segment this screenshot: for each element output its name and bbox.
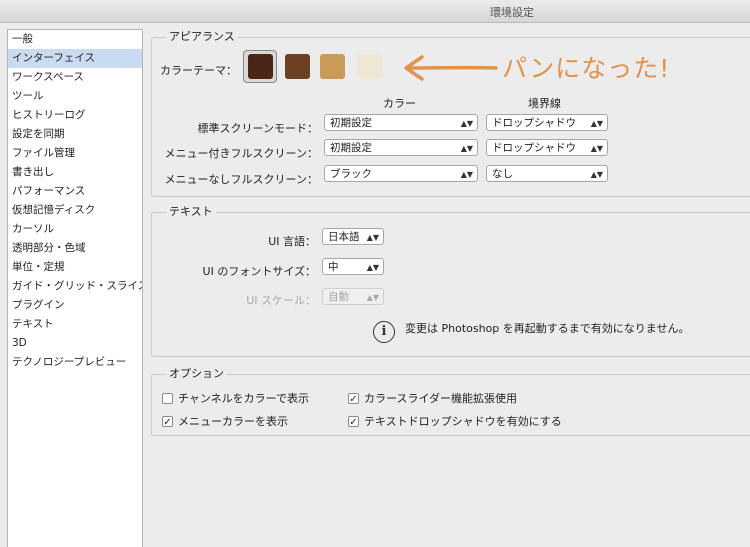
- checkmark-icon[interactable]: ✓: [348, 392, 359, 405]
- sidebar-item-plugins[interactable]: プラグイン: [8, 296, 142, 315]
- select-value: ドロップシャドウ: [492, 142, 576, 154]
- sidebar-item-transparency-gamut[interactable]: 透明部分・色域: [8, 239, 142, 258]
- standard-screen-border-select[interactable]: ドロップシャドウ ▲▼: [486, 114, 608, 131]
- updown-arrow-icon: ▲▼: [366, 263, 379, 272]
- window-titlebar: 環境設定: [0, 0, 750, 23]
- updown-arrow-icon: ▲▼: [366, 233, 379, 242]
- full-screen-border-select[interactable]: なし ▲▼: [486, 165, 608, 182]
- checkbox-label: カラースライダー機能拡張使用: [364, 392, 518, 405]
- sidebar-item-history-log[interactable]: ヒストリーログ: [8, 106, 142, 125]
- full-screen-color-select[interactable]: ブラック ▲▼: [324, 165, 478, 182]
- checkbox-label: チャンネルをカラーで表示: [178, 392, 310, 405]
- preferences-sidebar: 一般 インターフェイス ワークスペース ツール ヒストリーログ 設定を同期 ファ…: [7, 29, 143, 547]
- select-value: なし: [492, 168, 513, 180]
- options-group-title: オプション: [166, 367, 227, 381]
- appearance-group-title: アピアランス: [166, 30, 238, 44]
- show-channels-in-color-checkbox[interactable]: チャンネルをカラーで表示: [162, 390, 309, 406]
- sidebar-item-type[interactable]: テキスト: [8, 315, 142, 334]
- checkbox-label: メニューカラーを表示: [178, 415, 288, 428]
- annotation-arrow: [404, 55, 498, 81]
- updown-arrow-icon: ▲▼: [460, 170, 473, 179]
- select-value: 初期設定: [330, 117, 372, 129]
- color-theme-label: カラーテーマ：: [160, 64, 237, 77]
- ui-font-size-label: UI のフォントサイズ：: [202, 265, 316, 278]
- ui-language-label: UI 言語：: [268, 235, 316, 248]
- checkmark-icon[interactable]: ✓: [162, 415, 173, 428]
- dynamic-color-sliders-checkbox[interactable]: ✓ カラースライダー機能拡張使用: [348, 390, 517, 406]
- sidebar-item-units-rulers[interactable]: 単位・定規: [8, 258, 142, 277]
- border-column-header: 境界線: [528, 97, 561, 110]
- restart-notice: 変更は Photoshop を再起動するまで有効になりません。: [405, 322, 690, 335]
- full-screen-label: メニューなしフルスクリーン：: [164, 173, 318, 186]
- sidebar-item-file-handling[interactable]: ファイル管理: [8, 144, 142, 163]
- ui-font-size-select[interactable]: 中 ▲▼: [322, 258, 384, 275]
- checkbox-label: テキストドロップシャドウを有効にする: [364, 415, 562, 428]
- ui-language-select[interactable]: 日本語 ▲▼: [322, 228, 384, 245]
- sidebar-item-interface[interactable]: インターフェイス: [8, 49, 142, 68]
- ui-scale-label: UI スケール：: [246, 294, 316, 307]
- sidebar-item-sync-settings[interactable]: 設定を同期: [8, 125, 142, 144]
- info-icon: i: [373, 321, 395, 343]
- text-group-title: テキスト: [166, 205, 216, 219]
- standard-screen-color-select[interactable]: 初期設定 ▲▼: [324, 114, 478, 131]
- sidebar-item-guides-grid-slices[interactable]: ガイド・グリッド・スライス: [8, 277, 142, 296]
- sidebar-item-tools[interactable]: ツール: [8, 87, 142, 106]
- select-value: 日本語: [328, 231, 360, 243]
- updown-arrow-icon: ▲▼: [460, 144, 473, 153]
- sidebar-item-workspace[interactable]: ワークスペース: [8, 68, 142, 87]
- sidebar-item-3d[interactable]: 3D: [8, 334, 142, 353]
- select-value: 初期設定: [330, 142, 372, 154]
- updown-arrow-icon: ▲▼: [366, 293, 379, 302]
- sidebar-item-technology-previews[interactable]: テクノロジープレビュー: [8, 353, 142, 372]
- updown-arrow-icon: ▲▼: [590, 170, 603, 179]
- color-theme-swatch-darkest[interactable]: [248, 54, 273, 79]
- sidebar-item-general[interactable]: 一般: [8, 30, 142, 49]
- updown-arrow-icon: ▲▼: [590, 119, 603, 128]
- updown-arrow-icon: ▲▼: [460, 119, 473, 128]
- standard-screen-mode-label: 標準スクリーンモード：: [197, 122, 318, 135]
- sidebar-item-cursors[interactable]: カーソル: [8, 220, 142, 239]
- window-title: 環境設定: [490, 6, 534, 19]
- updown-arrow-icon: ▲▼: [590, 144, 603, 153]
- show-menu-colors-checkbox[interactable]: ✓ メニューカラーを表示: [162, 413, 288, 429]
- color-theme-swatch-lightest[interactable]: [357, 54, 382, 79]
- annotation-text: パンになった!: [502, 54, 671, 83]
- color-theme-swatch-dark[interactable]: [285, 54, 310, 79]
- checkmark-icon[interactable]: ✓: [348, 415, 359, 428]
- text-drop-shadow-checkbox[interactable]: ✓ テキストドロップシャドウを有効にする: [348, 413, 562, 429]
- select-value: 自動: [328, 291, 349, 303]
- select-value: ドロップシャドウ: [492, 117, 576, 129]
- select-value: 中: [328, 261, 339, 273]
- checkbox-box[interactable]: [162, 392, 173, 404]
- sidebar-item-export[interactable]: 書き出し: [8, 163, 142, 182]
- full-screen-with-menus-label: メニュー付きフルスクリーン：: [164, 147, 318, 160]
- sidebar-item-performance[interactable]: パフォーマンス: [8, 182, 142, 201]
- sidebar-item-scratch-disks[interactable]: 仮想記憶ディスク: [8, 201, 142, 220]
- ui-scale-select: 自動 ▲▼: [322, 288, 384, 305]
- select-value: ブラック: [330, 168, 372, 180]
- full-screen-menus-color-select[interactable]: 初期設定 ▲▼: [324, 139, 478, 156]
- full-screen-menus-border-select[interactable]: ドロップシャドウ ▲▼: [486, 139, 608, 156]
- color-theme-swatch-light[interactable]: [320, 54, 345, 79]
- color-column-header: カラー: [383, 97, 416, 110]
